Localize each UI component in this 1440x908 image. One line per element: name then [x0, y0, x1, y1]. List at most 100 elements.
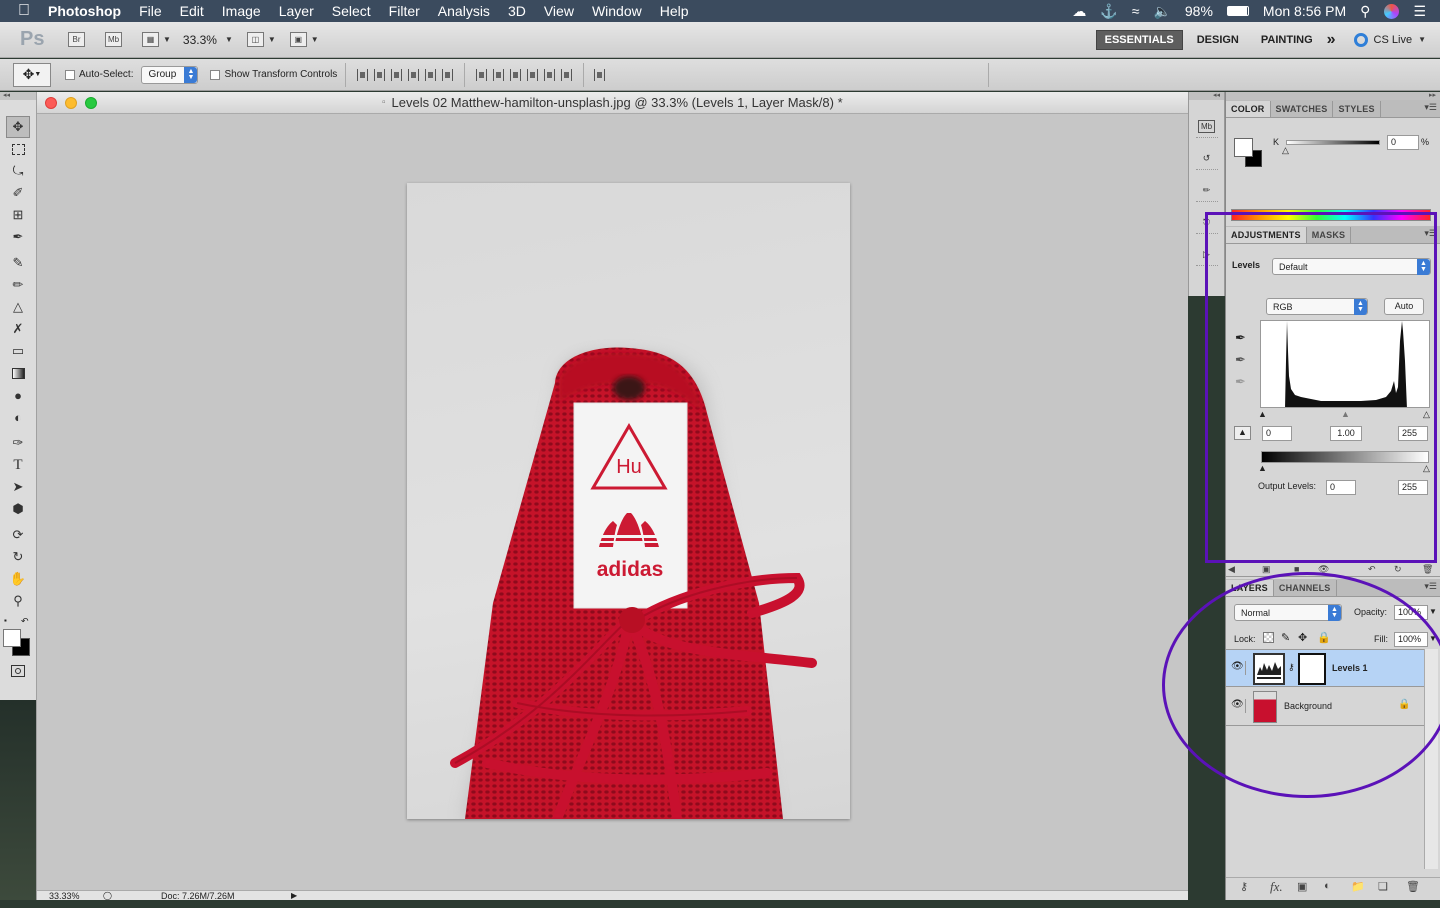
pen-tool-icon[interactable]: ✑ [6, 432, 30, 454]
output-black-slider-icon[interactable]: ▲ [1258, 463, 1267, 473]
minimize-window-button[interactable] [65, 96, 77, 109]
cs-live-button[interactable]: CS Live [1374, 34, 1413, 46]
fill-arrow-icon[interactable]: ▼ [1429, 634, 1437, 643]
lock-transparency-icon[interactable] [1263, 632, 1274, 643]
menu-window[interactable]: Window [583, 3, 651, 19]
notification-center-icon[interactable]: ☰ [1413, 3, 1426, 20]
align-left-icon[interactable] [408, 68, 420, 81]
expanded-view-icon[interactable]: ▣ [1262, 564, 1271, 575]
distribute-bottom-icon[interactable] [510, 68, 522, 81]
type-tool-icon[interactable]: T [6, 454, 30, 476]
black-point-eyedropper-icon[interactable]: ✒ [1235, 330, 1246, 346]
menu-filter[interactable]: Filter [380, 3, 429, 19]
panel-menu-icon[interactable]: ▾☰ [1424, 102, 1437, 113]
creative-cloud-icon[interactable]: ☁ [1072, 3, 1086, 20]
docker-icon[interactable]: ⚓ [1100, 3, 1117, 20]
tab-masks[interactable]: MASKS [1307, 227, 1352, 243]
default-colors-icon[interactable]: ▪ [4, 616, 7, 625]
new-adjustment-layer-icon[interactable]: ◐ [1324, 880, 1331, 892]
add-mask-icon[interactable]: ▣ [1297, 880, 1307, 893]
panel-menu-icon[interactable]: ▾☰ [1424, 228, 1437, 239]
align-bottom-icon[interactable] [391, 68, 403, 81]
clone-source-panel-icon[interactable]: ⎋ [1195, 212, 1218, 234]
document-canvas-image[interactable]: Hu adidas [407, 183, 850, 819]
mini-bridge-button[interactable]: Mb [105, 32, 122, 47]
quick-mask-icon[interactable] [6, 660, 30, 682]
close-window-button[interactable] [45, 96, 57, 109]
tab-styles[interactable]: STYLES [1333, 101, 1381, 117]
menu-file[interactable]: File [130, 3, 171, 19]
chevron-down-icon[interactable]: ▼ [1418, 35, 1426, 44]
cs-live-icon[interactable] [1353, 32, 1368, 47]
blur-tool-icon[interactable]: ● [6, 384, 30, 406]
chevron-down-icon[interactable]: ▼ [225, 35, 233, 44]
link-layers-icon[interactable]: ⚷ [1240, 880, 1248, 893]
tab-layers[interactable]: LAYERS [1226, 580, 1274, 596]
chevron-down-icon[interactable]: ▼ [268, 35, 276, 44]
gray-point-eyedropper-icon[interactable]: ✒ [1235, 352, 1246, 368]
output-white-field[interactable]: 255 [1398, 480, 1428, 495]
panel-menu-icon[interactable]: ▾☰ [1424, 581, 1437, 592]
layer-name[interactable]: Background [1284, 701, 1332, 711]
layer-style-icon[interactable]: fx. [1270, 879, 1283, 895]
input-gamma-slider-icon[interactable]: ▲ [1341, 409, 1350, 419]
show-transform-checkbox[interactable] [210, 69, 221, 80]
swap-colors-icon[interactable]: ↶ [21, 616, 29, 627]
k-slider-thumb-icon[interactable]: △ [1282, 145, 1289, 156]
return-to-list-icon[interactable]: ◀ [1228, 564, 1235, 575]
spotlight-search-icon[interactable]: ⚲ [1360, 3, 1370, 20]
layer-row[interactable]: 👁 Background 🔒 [1226, 688, 1424, 726]
history-brush-tool-icon[interactable]: ✗ [6, 318, 30, 340]
lock-all-icon[interactable]: 🔒 [1317, 631, 1331, 644]
menu-view[interactable]: View [535, 3, 583, 19]
collapse-tools-icon[interactable]: ◂◂ [0, 92, 36, 100]
reset-icon[interactable]: ↻ [1394, 564, 1402, 575]
lock-pixels-icon[interactable]: ✎ [1281, 631, 1290, 644]
view-previous-icon[interactable]: ↶ [1368, 564, 1376, 575]
k-value-input[interactable]: 0 [1387, 135, 1419, 150]
color-spectrum-ramp[interactable] [1231, 209, 1431, 221]
output-white-slider-icon[interactable]: △ [1423, 463, 1430, 474]
preset-dropdown[interactable]: Default ▲ ▼ [1272, 258, 1431, 275]
input-black-field[interactable]: 0 [1262, 426, 1292, 441]
marquee-tool-icon[interactable] [6, 138, 30, 160]
auto-align-layers-icon[interactable] [594, 68, 606, 81]
move-tool-icon[interactable]: ✥ [6, 116, 30, 138]
toggle-visibility-icon[interactable]: 👁 [1318, 564, 1329, 575]
menu-layer[interactable]: Layer [270, 3, 323, 19]
align-right-icon[interactable] [442, 68, 454, 81]
screen-mode-button[interactable]: ▣ [289, 32, 307, 47]
blend-mode-dropdown[interactable]: Normal ▲ ▼ [1234, 604, 1342, 621]
visibility-eye-icon[interactable]: 👁 [1231, 661, 1246, 675]
arrange-documents-button[interactable]: ◫ [246, 32, 264, 47]
distribute-top-icon[interactable] [476, 68, 488, 81]
lasso-tool-icon[interactable]: ⤿ [6, 160, 30, 182]
expand-dock-icon[interactable]: ◂◂ [1189, 92, 1224, 100]
tab-swatches[interactable]: SWATCHES [1271, 101, 1334, 117]
auto-select-checkbox[interactable] [65, 69, 75, 80]
mini-bridge-panel-icon[interactable]: Mb [1195, 116, 1218, 138]
tab-color[interactable]: COLOR [1226, 101, 1271, 117]
color-fg-swatch[interactable] [1234, 138, 1253, 157]
align-top-icon[interactable] [357, 68, 369, 81]
wifi-icon[interactable]: ≈ [1132, 3, 1140, 19]
input-black-slider-icon[interactable]: ▲ [1258, 409, 1267, 419]
menu-analysis[interactable]: Analysis [429, 3, 499, 19]
move-tool-preset-button[interactable]: ✥ ▼ [13, 62, 51, 87]
actions-panel-icon[interactable]: ▷ [1195, 244, 1218, 266]
chain-link-icon[interactable]: ⚷ [1288, 662, 1295, 673]
chevron-down-icon[interactable]: ▼ [311, 35, 319, 44]
k-slider-track[interactable] [1286, 140, 1380, 145]
apple-icon[interactable]:  [0, 2, 39, 20]
workspace-design[interactable]: DESIGN [1189, 31, 1247, 49]
3d-orbit-tool-icon[interactable]: ↻ [6, 546, 30, 568]
white-point-eyedropper-icon[interactable]: ✒ [1235, 374, 1246, 390]
battery-icon[interactable] [1226, 6, 1249, 16]
new-layer-icon[interactable]: ❏ [1378, 880, 1388, 893]
shape-tool-icon[interactable]: ⬢ [6, 498, 30, 520]
foreground-color-swatch[interactable] [3, 629, 21, 647]
zoom-window-button[interactable] [85, 96, 97, 109]
input-gamma-field[interactable]: 1.00 [1330, 426, 1362, 441]
quick-selection-tool-icon[interactable]: ✐ [6, 182, 30, 204]
menu-app-photoshop[interactable]: Photoshop [39, 3, 130, 19]
